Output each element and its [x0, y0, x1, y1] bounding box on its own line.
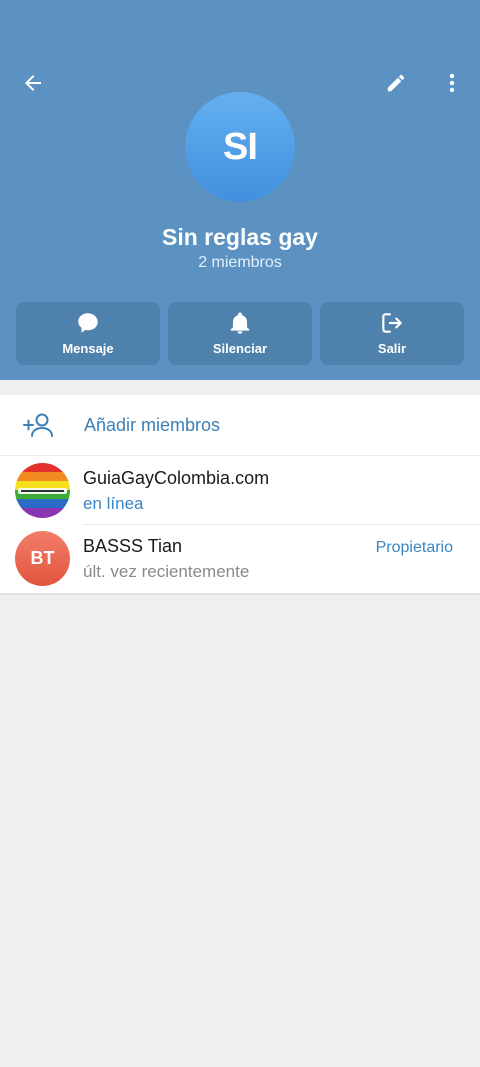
chat-bubble-icon [78, 313, 98, 333]
group-header: SI Sin reglas gay 2 miembros Mensaje Sil… [0, 0, 480, 380]
owner-badge: Propietario [375, 539, 453, 556]
leave-button[interactable]: Salir [320, 302, 464, 365]
member-count: 2 miembros [198, 254, 282, 271]
member-status: en línea [83, 494, 144, 513]
message-button[interactable]: Mensaje [16, 302, 160, 365]
member-status: últ. vez recientemente [83, 562, 250, 581]
member-row[interactable]: GuiaGayColombia.com en línea [0, 457, 480, 525]
edit-button[interactable] [376, 63, 416, 103]
mute-label: Silenciar [212, 341, 268, 356]
member-name: BASSS Tian [83, 536, 183, 556]
leave-label: Salir [377, 341, 407, 356]
member-name: GuiaGayColombia.com [83, 468, 270, 488]
arrow-left-icon [25, 75, 41, 91]
divider [0, 593, 480, 595]
mute-button[interactable]: Silenciar [168, 302, 312, 365]
back-button[interactable] [13, 63, 53, 103]
member-avatar [15, 463, 70, 518]
add-members-label: Añadir miembros [84, 415, 221, 435]
divider [0, 455, 480, 456]
member-avatar: BT [15, 531, 70, 586]
message-label: Mensaje [62, 341, 114, 356]
member-row[interactable]: BT BASSS Tian últ. vez recientemente Pro… [0, 525, 480, 593]
add-person-icon [23, 413, 53, 437]
logout-icon [382, 313, 402, 333]
pencil-icon [387, 74, 405, 92]
add-members-button[interactable]: Añadir miembros [0, 395, 480, 455]
more-vertical-icon [449, 73, 455, 93]
group-title: Sin reglas gay [162, 224, 318, 250]
rainbow-logo-icon [15, 463, 70, 518]
group-avatar[interactable]: SI [185, 92, 295, 202]
members-list: Añadir miembros GuiaGayColombia.com en l… [0, 395, 480, 593]
bell-icon [230, 312, 250, 334]
more-options-button[interactable] [432, 63, 472, 103]
